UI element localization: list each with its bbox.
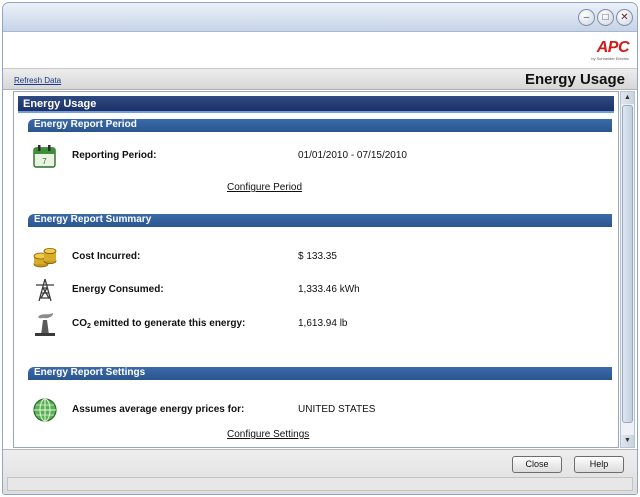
energy-prices-label: Assumes average energy prices for: — [72, 404, 245, 415]
energy-usage-header: Energy Usage — [18, 96, 614, 113]
co2-emitted-value: 1,613.94 lb — [298, 318, 348, 329]
vertical-scrollbar[interactable]: ▲ ▼ — [620, 91, 635, 448]
refresh-data-link[interactable]: Refresh Data — [14, 76, 61, 85]
energy-consumed-row: Energy Consumed: 1,333.46 kWh — [32, 277, 602, 303]
apc-logo: APC by Schneider Electric — [577, 40, 629, 64]
globe-icon — [33, 398, 57, 422]
logo-text: APC — [596, 39, 630, 56]
reporting-period-label: Reporting Period: — [72, 150, 157, 161]
report-settings-header-label: Energy Report Settings — [34, 367, 146, 378]
cost-incurred-value: $ 133.35 — [298, 251, 337, 262]
scroll-up-icon[interactable]: ▲ — [621, 92, 634, 104]
cost-incurred-row: Cost Incurred: $ 133.35 — [32, 244, 602, 270]
brand-bar: APC by Schneider Electric — [3, 32, 637, 68]
calendar-icon: 7 — [33, 145, 56, 168]
power-tower-icon — [36, 278, 54, 302]
smokestack-icon — [35, 313, 55, 336]
title-bar[interactable]: – □ ✕ — [3, 3, 637, 32]
reporting-period-row: 7 Reporting Period: 01/01/2010 - 07/15/2… — [32, 143, 602, 169]
co2-label-pre: CO — [72, 318, 87, 329]
svg-text:7: 7 — [42, 157, 47, 166]
energy-prices-value: UNITED STATES — [298, 404, 376, 415]
scroll-down-icon[interactable]: ▼ — [621, 435, 634, 447]
energy-consumed-label: Energy Consumed: — [72, 284, 164, 295]
page-title: Energy Usage — [524, 71, 625, 88]
help-button[interactable]: Help — [574, 456, 624, 473]
report-content-pane: Energy Usage Energy Report Period 7 Repo… — [13, 91, 619, 448]
report-summary-header-label: Energy Report Summary — [34, 214, 152, 225]
configure-period-link[interactable]: Configure Period — [227, 182, 302, 193]
energy-usage-window: – □ ✕ APC by Schneider Electric Refresh … — [2, 2, 638, 495]
report-settings-header: Energy Report Settings — [28, 367, 612, 380]
configure-settings-link[interactable]: Configure Settings — [227, 429, 309, 440]
cost-incurred-label: Cost Incurred: — [72, 251, 141, 262]
energy-usage-header-label: Energy Usage — [23, 98, 97, 110]
toolbar: Refresh Data Energy Usage — [3, 68, 637, 90]
dialog-footer: Close Help — [3, 449, 637, 494]
report-period-header-label: Energy Report Period — [34, 119, 137, 130]
minimize-icon[interactable]: – — [578, 9, 595, 26]
report-summary-header: Energy Report Summary — [28, 214, 612, 227]
close-button[interactable]: Close — [512, 456, 562, 473]
energy-prices-row: Assumes average energy prices for: UNITE… — [32, 397, 602, 423]
report-period-header: Energy Report Period — [28, 119, 612, 132]
co2-label-post: emitted to generate this energy: — [90, 318, 246, 329]
energy-consumed-value: 1,333.46 kWh — [298, 284, 360, 295]
co2-emitted-row: CO2 emitted to generate this energy: 1,6… — [32, 311, 602, 337]
logo-subtitle: by Schneider Electric — [591, 56, 629, 61]
close-icon[interactable]: ✕ — [616, 9, 633, 26]
coins-icon — [33, 248, 57, 268]
scroll-thumb[interactable] — [622, 105, 633, 423]
maximize-icon[interactable]: □ — [597, 9, 614, 26]
status-bar — [7, 477, 633, 491]
reporting-period-value: 01/01/2010 - 07/15/2010 — [298, 150, 407, 161]
co2-emitted-label: CO2 emitted to generate this energy: — [72, 318, 245, 330]
